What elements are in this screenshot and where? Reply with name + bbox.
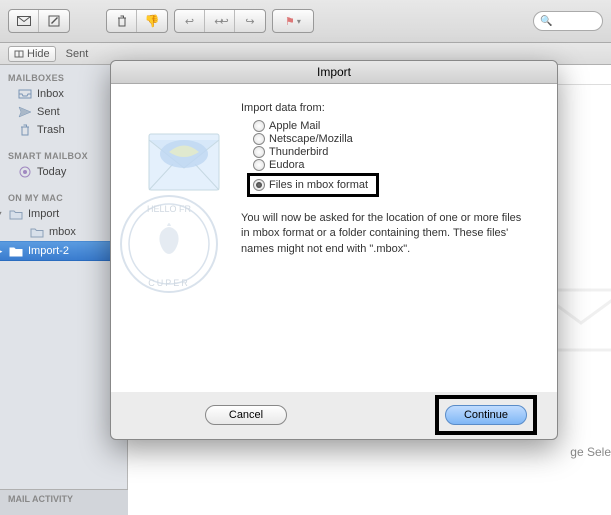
folder-icon xyxy=(9,207,23,221)
hide-label: Hide xyxy=(27,48,50,60)
partial-text: ge Sele xyxy=(570,445,611,459)
radio-mbox[interactable]: Files in mbox format xyxy=(253,179,368,191)
sidebar-mbox[interactable]: mbox xyxy=(0,223,127,241)
sidebar-import-folder[interactable]: ▼ Import xyxy=(0,205,127,223)
filter-sent[interactable]: Sent xyxy=(66,48,89,60)
radio-apple-mail[interactable]: Apple Mail xyxy=(253,120,533,132)
radio-list: Apple Mail Netscape/Mozilla Thunderbird … xyxy=(253,120,533,197)
svg-text:HELLO FR: HELLO FR xyxy=(147,204,192,214)
hide-icon xyxy=(14,49,24,59)
import-dialog: Import HELLO FR CUPER Import data from: … xyxy=(110,60,558,440)
inbox-label: Inbox xyxy=(37,88,64,100)
get-mail-button[interactable] xyxy=(9,10,39,32)
continue-highlight: Continue xyxy=(435,395,537,435)
search-icon: 🔍 xyxy=(540,16,552,27)
smart-icon xyxy=(18,165,32,179)
radio-icon xyxy=(253,120,265,132)
continue-button[interactable]: Continue xyxy=(445,405,527,425)
mail-stamp-icon: HELLO FR CUPER xyxy=(109,124,249,304)
radio-thunderbird[interactable]: Thunderbird xyxy=(253,146,533,158)
trash-label: Trash xyxy=(37,124,65,136)
radio-netscape[interactable]: Netscape/Mozilla xyxy=(253,133,533,145)
radio-label: Apple Mail xyxy=(269,120,320,132)
reply-all-button[interactable]: ↩↩ xyxy=(205,10,235,32)
radio-label: Files in mbox format xyxy=(269,179,368,191)
folder-icon xyxy=(30,225,44,239)
mbox-label: mbox xyxy=(49,226,76,238)
disclosure-icon[interactable]: ▶ xyxy=(0,246,4,257)
disclosure-icon[interactable]: ▼ xyxy=(0,209,4,219)
radio-label: Netscape/Mozilla xyxy=(269,133,353,145)
mail-activity-label: MAIL ACTIVITY xyxy=(8,494,73,504)
radio-eudora[interactable]: Eudora xyxy=(253,159,533,171)
trash-icon xyxy=(18,123,32,137)
search-field[interactable]: 🔍 xyxy=(533,11,603,31)
sidebar-inbox[interactable]: Inbox xyxy=(0,85,127,103)
sent-icon xyxy=(18,105,32,119)
sidebar-trash[interactable]: Trash xyxy=(0,121,127,139)
import-prompt: Import data from: xyxy=(241,102,533,114)
hide-button[interactable]: Hide xyxy=(8,46,56,62)
radio-icon xyxy=(253,179,265,191)
compose-button[interactable] xyxy=(39,10,69,32)
dialog-title: Import xyxy=(111,61,557,84)
delete-button[interactable] xyxy=(107,10,137,32)
onmymac-header: ON MY MAC xyxy=(0,189,127,205)
sidebar-sent[interactable]: Sent xyxy=(0,103,127,121)
dialog-footer: Cancel Continue xyxy=(111,392,557,438)
flag-button[interactable]: ⚑▾ xyxy=(273,10,313,32)
radio-icon xyxy=(253,133,265,145)
smart-header: SMART MAILBOX xyxy=(0,147,127,163)
delete-junk-group: 👎 xyxy=(106,9,168,33)
forward-button[interactable]: ↪ xyxy=(235,10,265,32)
reply-button[interactable]: ↩ xyxy=(175,10,205,32)
help-text: You will now be asked for the location o… xyxy=(241,211,531,257)
inbox-icon xyxy=(18,87,32,101)
radio-mbox-highlight: Files in mbox format xyxy=(247,173,379,197)
dialog-body: HELLO FR CUPER Import data from: Apple M… xyxy=(111,84,557,392)
junk-button[interactable]: 👎 xyxy=(137,10,167,32)
reply-group: ↩ ↩↩ ↪ xyxy=(174,9,266,33)
sidebar-import2-folder[interactable]: ▶ Import-2 xyxy=(0,241,127,261)
today-label: Today xyxy=(37,166,66,178)
get-compose-group xyxy=(8,9,70,33)
folder-icon xyxy=(9,244,23,258)
mail-activity-section: MAIL ACTIVITY xyxy=(0,489,128,515)
mailboxes-header: MAILBOXES xyxy=(0,69,127,85)
sidebar-today[interactable]: Today xyxy=(0,163,127,181)
svg-text:CUPER: CUPER xyxy=(148,278,190,288)
import2-label: Import-2 xyxy=(28,245,69,257)
radio-icon xyxy=(253,159,265,171)
radio-icon xyxy=(253,146,265,158)
import-label: Import xyxy=(28,208,59,220)
sent-label: Sent xyxy=(37,106,60,118)
radio-label: Thunderbird xyxy=(269,146,328,158)
cancel-button[interactable]: Cancel xyxy=(205,405,287,425)
flag-group: ⚑▾ xyxy=(272,9,314,33)
radio-label: Eudora xyxy=(269,159,304,171)
main-toolbar: 👎 ↩ ↩↩ ↪ ⚑▾ 🔍 xyxy=(0,0,611,43)
